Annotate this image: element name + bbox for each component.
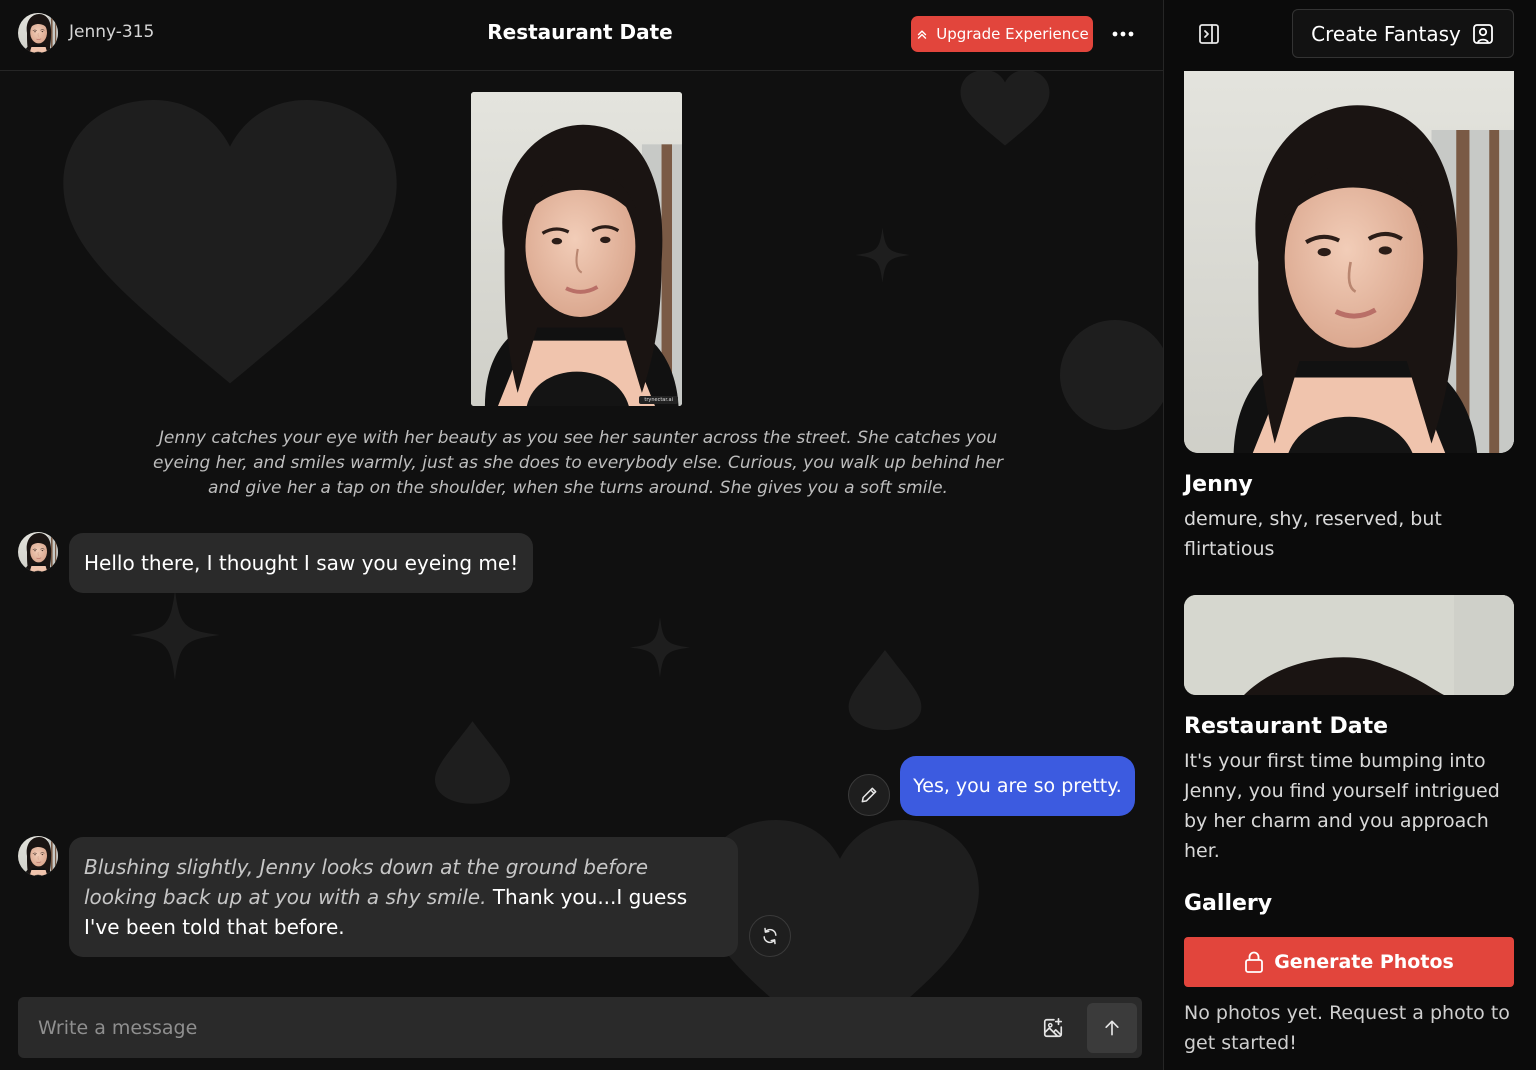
- sidebar-toggle-icon: [1199, 24, 1219, 44]
- image-plus-icon: [1043, 1018, 1063, 1038]
- attach-image-button[interactable]: [1038, 1013, 1068, 1043]
- scenario-description: It's your first time bumping into Jenny,…: [1184, 750, 1500, 862]
- character-profile-photo[interactable]: [1184, 71, 1514, 453]
- background-heart-shape: [63, 100, 397, 384]
- ai-message-bubble: Blushing slightly, Jenny looks down at t…: [69, 837, 738, 957]
- user-message-bubble: Yes, you are so pretty.: [900, 756, 1135, 816]
- upgrade-experience-button[interactable]: Upgrade Experience: [911, 16, 1093, 52]
- character-sidebar: Create Fantasy Jenny demure, shy, reserv…: [1163, 0, 1536, 1070]
- background-sparkle-shape: [630, 617, 690, 678]
- pencil-icon: [861, 787, 877, 803]
- ellipsis-icon: [1112, 31, 1134, 37]
- character-avatar[interactable]: [18, 836, 58, 876]
- double-chevron-up-icon: [918, 30, 927, 39]
- background-heart-shape: [960, 70, 1050, 146]
- edit-message-button[interactable]: [848, 774, 890, 816]
- background-circle-shape: [1060, 320, 1163, 430]
- message-text: Hello there, I thought I saw you eyeing …: [84, 551, 519, 575]
- refresh-icon: [763, 927, 777, 945]
- chat-header: Jenny-315 Restaurant Date Upgrade Experi…: [0, 0, 1163, 71]
- message-text: Yes, you are so pretty.: [913, 775, 1122, 797]
- message-input[interactable]: [18, 997, 1018, 1058]
- arrow-up-icon: [1105, 1020, 1119, 1036]
- generate-photos-button[interactable]: Generate Photos: [1184, 937, 1514, 987]
- scenario-photo[interactable]: [1184, 595, 1514, 695]
- ai-message-bubble: Hello there, I thought I saw you eyeing …: [69, 533, 534, 593]
- scene-intro-text: Jenny catches your eye with her beauty a…: [152, 428, 1004, 498]
- chat-area: Jenny-315 Restaurant Date Upgrade Experi…: [0, 0, 1163, 1070]
- regenerate-button[interactable]: [749, 915, 791, 957]
- character-avatar[interactable]: [18, 532, 58, 572]
- gallery-empty-text: No photos yet. Request a photo to get st…: [1184, 1002, 1510, 1054]
- sidebar-content: Jenny demure, shy, reserved, but flirtat…: [1164, 71, 1536, 1070]
- character-name: Jenny: [1184, 472, 1253, 497]
- create-fantasy-button[interactable]: Create Fantasy: [1292, 9, 1514, 58]
- background-drop-shape: [848, 650, 922, 730]
- background-drop-shape: [435, 721, 510, 804]
- send-button[interactable]: [1087, 1003, 1137, 1053]
- message-composer: [18, 997, 1142, 1058]
- background-sparkle-shape: [130, 590, 220, 680]
- intro-scene-photo[interactable]: trynectar.ai: [471, 92, 682, 406]
- background-sparkle-shape: [855, 227, 910, 283]
- upgrade-label: Upgrade Experience: [936, 25, 1089, 43]
- create-fantasy-label: Create Fantasy: [1311, 21, 1461, 46]
- scenario-title: Restaurant Date: [1184, 714, 1389, 739]
- photo-watermark: trynectar.ai: [639, 396, 678, 404]
- gallery-heading: Gallery: [1184, 891, 1273, 916]
- character-description: demure, shy, reserved, but flirtatious: [1184, 508, 1442, 560]
- toggle-sidebar-button[interactable]: [1194, 19, 1224, 49]
- lock-icon: [1245, 951, 1264, 973]
- generate-photos-label: Generate Photos: [1274, 951, 1454, 973]
- more-options-button[interactable]: [1106, 20, 1140, 48]
- user-square-icon: [1472, 23, 1493, 44]
